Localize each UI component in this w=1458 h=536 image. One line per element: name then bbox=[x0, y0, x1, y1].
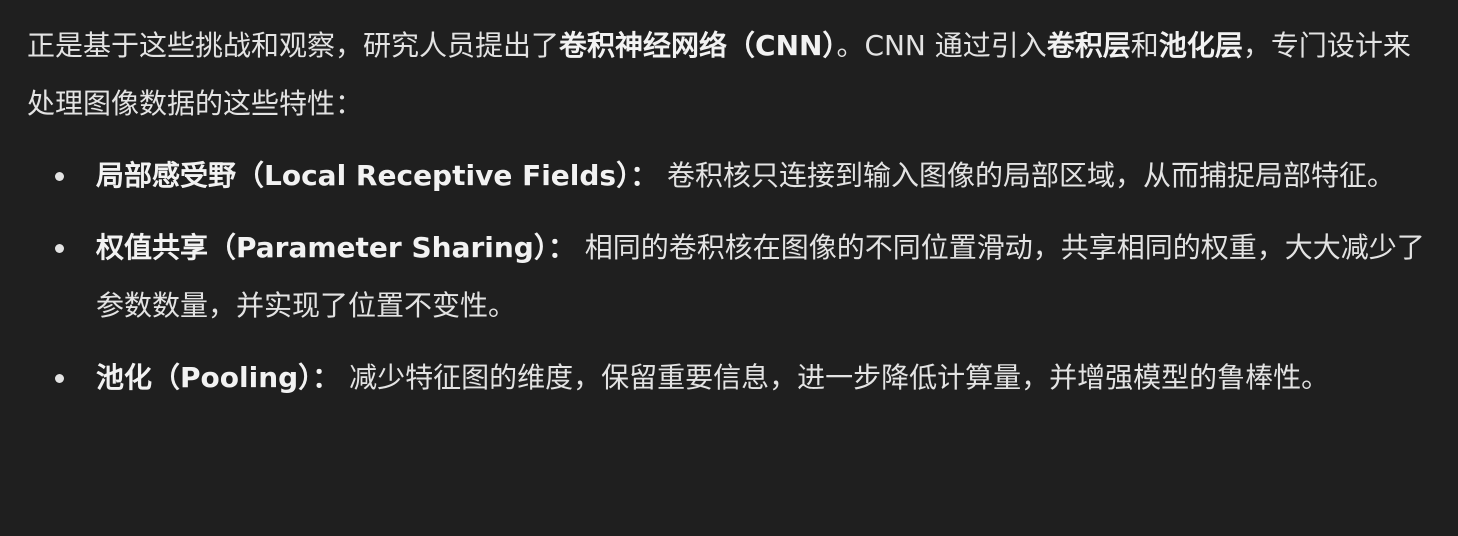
intro-paragraph: 正是基于这些挑战和观察，研究人员提出了卷积神经网络（CNN）。CNN 通过引入卷… bbox=[27, 17, 1437, 133]
intro-text-3: 和 bbox=[1130, 29, 1159, 62]
bullet-icon bbox=[55, 172, 64, 181]
document-body: 正是基于这些挑战和观察，研究人员提出了卷积神经网络（CNN）。CNN 通过引入卷… bbox=[0, 0, 1437, 407]
intro-text-2: 。CNN 通过引入 bbox=[836, 29, 1047, 62]
feature-list: 局部感受野（Local Receptive Fields）： 卷积核只连接到输入… bbox=[27, 147, 1437, 407]
list-item: 权值共享（Parameter Sharing）： 相同的卷积核在图像的不同位置滑… bbox=[27, 219, 1434, 335]
intro-text-1: 正是基于这些挑战和观察，研究人员提出了 bbox=[27, 29, 560, 62]
bullet-term: 权值共享（Parameter Sharing）： bbox=[96, 231, 576, 264]
bullet-term: 局部感受野（Local Receptive Fields）： bbox=[96, 159, 659, 192]
bullet-term: 池化（Pooling）： bbox=[96, 361, 341, 394]
bullet-icon bbox=[55, 374, 64, 383]
list-item: 局部感受野（Local Receptive Fields）： 卷积核只连接到输入… bbox=[27, 147, 1434, 205]
bullet-icon bbox=[55, 244, 64, 253]
list-item: 池化（Pooling）： 减少特征图的维度，保留重要信息，进一步降低计算量，并增… bbox=[27, 349, 1434, 407]
bullet-text: 减少特征图的维度，保留重要信息，进一步降低计算量，并增强模型的鲁棒性。 bbox=[340, 361, 1330, 394]
term-pooling-layer: 池化层 bbox=[1158, 29, 1243, 62]
bullet-text: 卷积核只连接到输入图像的局部区域，从而捕捉局部特征。 bbox=[658, 159, 1395, 192]
term-conv-layer: 卷积层 bbox=[1046, 29, 1131, 62]
term-cnn: 卷积神经网络（CNN） bbox=[559, 29, 837, 62]
